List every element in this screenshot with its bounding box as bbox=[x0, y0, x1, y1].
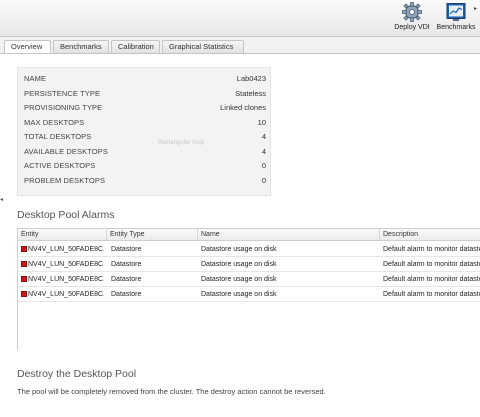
summary-key: MAX DESKTOPS bbox=[24, 118, 85, 127]
summary-row-provisioning: PROVISIONING TYPE Linked clones bbox=[24, 102, 266, 114]
tab-graphical-statistics[interactable]: Graphical Statistics bbox=[162, 40, 244, 53]
destroy-description: The pool will be completely removed from… bbox=[17, 387, 326, 396]
pool-summary-box: NAME Lab0423 PERSISTENCE TYPE Stateless … bbox=[17, 67, 271, 196]
cell-description: Default alarm to monitor datastore bbox=[383, 261, 480, 268]
summary-row-name: NAME Lab0423 bbox=[24, 73, 266, 85]
summary-key: PROBLEM DESKTOPS bbox=[24, 176, 106, 185]
table-row[interactable]: NV4V_LUN_50FADE8C... Datastore Datastore… bbox=[18, 242, 480, 257]
gear-icon bbox=[402, 2, 422, 22]
summary-key: PROVISIONING TYPE bbox=[24, 103, 103, 112]
tab-calibration[interactable]: Calibration bbox=[111, 40, 160, 53]
table-row[interactable]: NV4V_LUN_50FADE8C... Datastore Datastore… bbox=[18, 287, 480, 302]
summary-key: TOTAL DESKTOPS bbox=[24, 132, 92, 141]
summary-key: NAME bbox=[24, 74, 47, 83]
column-header-description[interactable]: Description bbox=[380, 229, 480, 241]
tab-overview[interactable]: Overview bbox=[4, 40, 51, 54]
destroy-section-title: Destroy the Desktop Pool bbox=[17, 368, 137, 380]
tab-benchmarks[interactable]: Benchmarks bbox=[53, 40, 109, 53]
deploy-vdi-label: Deploy VDI bbox=[394, 24, 430, 31]
benchmarks-toolbar-button[interactable]: Benchmarks bbox=[436, 2, 476, 31]
cell-entity-type: Datastore bbox=[111, 276, 142, 283]
table-row[interactable]: NV4V_LUN_50FADE8C... Datastore Datastore… bbox=[18, 272, 480, 287]
cell-entity: NV4V_LUN_50FADE8C... bbox=[28, 291, 104, 298]
toolbar-overflow-icon[interactable]: ▸ bbox=[474, 5, 477, 12]
summary-value: Stateless bbox=[235, 89, 266, 98]
summary-key: PERSISTENCE TYPE bbox=[24, 89, 101, 98]
column-header-entity-type[interactable]: Entity Type bbox=[107, 229, 198, 241]
summary-row-problem-desktops: PROBLEM DESKTOPS 0 bbox=[24, 175, 266, 187]
cell-description: Default alarm to monitor datastore bbox=[383, 246, 480, 253]
alarms-table: Entity Entity Type Name Description NV4V… bbox=[17, 228, 480, 351]
summary-value: 0 bbox=[261, 176, 266, 185]
cell-name: Datastore usage on disk bbox=[201, 291, 277, 298]
alarm-red-icon bbox=[21, 246, 27, 252]
cell-entity-type: Datastore bbox=[111, 261, 142, 268]
cell-description: Default alarm to monitor datastore bbox=[383, 276, 480, 283]
summary-row-available-desktops: AVAILABLE DESKTOPS 4 bbox=[24, 146, 266, 158]
alarm-red-icon bbox=[21, 291, 27, 297]
alarms-table-header: Entity Entity Type Name Description bbox=[18, 229, 480, 241]
summary-value: 4 bbox=[261, 147, 266, 156]
summary-row-total-desktops: TOTAL DESKTOPS 4 bbox=[24, 131, 266, 143]
benchmarks-toolbar-label: Benchmarks bbox=[436, 24, 476, 31]
alarm-red-icon bbox=[21, 261, 27, 267]
alarms-title: Desktop Pool Alarms bbox=[17, 209, 115, 221]
toolbar: Deploy VDI Benchmarks ▸ bbox=[0, 0, 480, 37]
summary-value: 10 bbox=[257, 118, 266, 127]
cell-name: Datastore usage on disk bbox=[201, 246, 277, 253]
summary-row-persistence: PERSISTENCE TYPE Stateless bbox=[24, 88, 266, 100]
deploy-vdi-button[interactable]: Deploy VDI bbox=[392, 2, 432, 31]
summary-value: 4 bbox=[261, 132, 266, 141]
cell-entity: NV4V_LUN_50FADE8C... bbox=[28, 276, 104, 283]
summary-key: AVAILABLE DESKTOPS bbox=[24, 147, 108, 156]
cell-name: Datastore usage on disk bbox=[201, 261, 277, 268]
cell-entity-type: Datastore bbox=[111, 291, 142, 298]
summary-value: Linked clones bbox=[220, 103, 266, 112]
summary-value: Lab0423 bbox=[236, 74, 266, 83]
summary-row-active-desktops: ACTIVE DESKTOPS 0 bbox=[24, 160, 266, 172]
alarm-red-icon bbox=[21, 276, 27, 282]
summary-value: 0 bbox=[261, 161, 266, 170]
cell-name: Datastore usage on disk bbox=[201, 276, 277, 283]
overview-panel: NAME Lab0423 PERSISTENCE TYPE Stateless … bbox=[0, 54, 480, 417]
cell-entity-type: Datastore bbox=[111, 246, 142, 253]
column-header-name[interactable]: Name bbox=[198, 229, 380, 241]
snip-overlay-text: Rectangular Snip bbox=[158, 140, 205, 146]
cell-entity: NV4V_LUN_50FADE8C... bbox=[28, 261, 104, 268]
panel-collapse-icon[interactable]: ◂ bbox=[0, 196, 3, 203]
summary-key: ACTIVE DESKTOPS bbox=[24, 161, 96, 170]
cell-description: Default alarm to monitor datastore bbox=[383, 291, 480, 298]
column-header-entity[interactable]: Entity bbox=[18, 229, 107, 241]
monitor-chart-icon bbox=[446, 3, 466, 21]
table-row[interactable]: NV4V_LUN_50FADE8C... Datastore Datastore… bbox=[18, 257, 480, 272]
cell-entity: NV4V_LUN_50FADE8C... bbox=[28, 246, 104, 253]
summary-row-max-desktops: MAX DESKTOPS 10 bbox=[24, 117, 266, 129]
